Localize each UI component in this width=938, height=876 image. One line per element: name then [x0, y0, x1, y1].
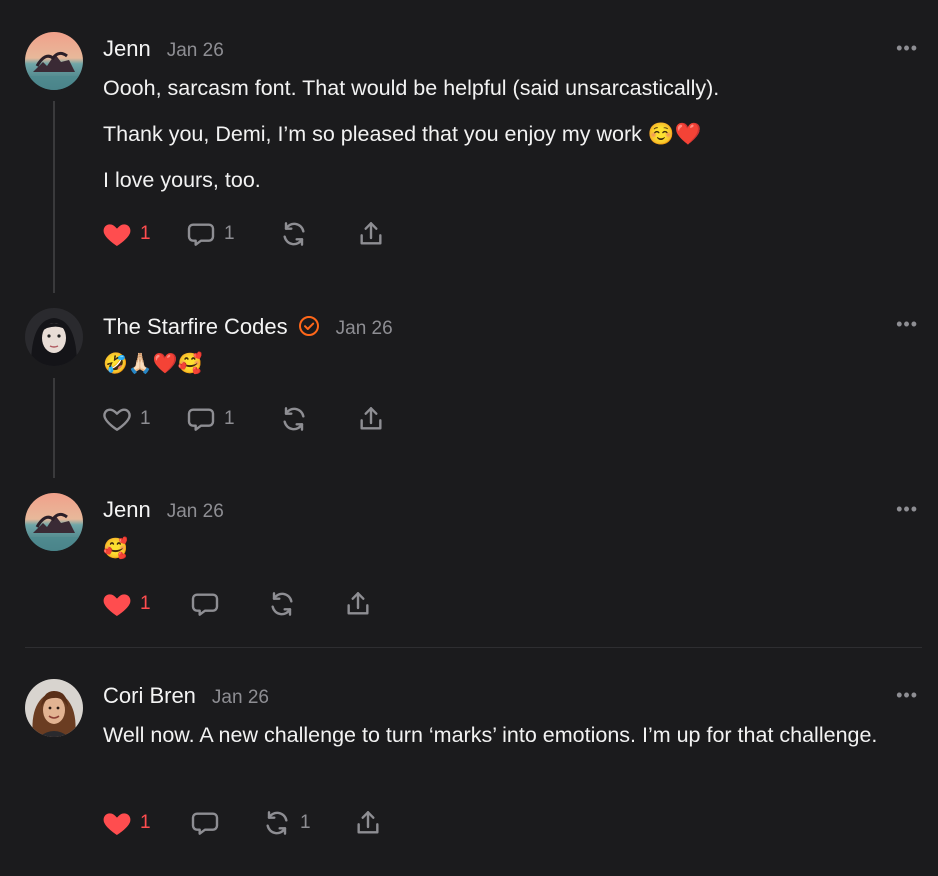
- like-count: 1: [140, 812, 151, 833]
- avatar-jenn[interactable]: [25, 493, 83, 551]
- heart-icon: [103, 224, 131, 246]
- share-button[interactable]: [355, 403, 387, 435]
- more-options-button[interactable]: •••: [896, 499, 918, 520]
- avatar-starfire-codes[interactable]: [25, 308, 83, 366]
- share-button[interactable]: [355, 218, 387, 250]
- restack-icon: [283, 222, 305, 246]
- comment-body: Well now. A new challenge to turn ‘marks…: [103, 719, 893, 765]
- thread-divider: [25, 647, 922, 648]
- comment-header: Jenn Jan 26: [103, 36, 224, 62]
- comment-header: Cori Bren Jan 26: [103, 683, 269, 709]
- restack-button[interactable]: 1: [261, 807, 311, 839]
- reply-button[interactable]: 1: [185, 403, 235, 435]
- reply-button[interactable]: [189, 588, 221, 620]
- comment-paragraph: 🤣🙏🏻❤️🥰: [103, 353, 203, 375]
- restack-button[interactable]: [278, 218, 310, 250]
- comment-body: Oooh, sarcasm font. That would be helpfu…: [103, 72, 903, 210]
- heart-icon: [103, 813, 131, 835]
- comment-paragraph: 🥰: [103, 538, 128, 560]
- like-count: 1: [140, 408, 151, 429]
- more-dots-icon: •••: [896, 685, 918, 705]
- author-name[interactable]: Cori Bren: [103, 683, 196, 709]
- avatar-jenn[interactable]: [25, 32, 83, 90]
- speech-bubble-icon: [187, 408, 215, 431]
- like-count: 1: [140, 223, 151, 244]
- thread-line: [53, 101, 55, 293]
- share-icon: [360, 222, 382, 245]
- speech-bubble-icon: [191, 812, 219, 835]
- author-name[interactable]: The Starfire Codes: [103, 314, 288, 340]
- comment-header: Jenn Jan 26: [103, 497, 224, 523]
- verified-check-icon: [298, 315, 320, 337]
- comment-date[interactable]: Jan 26: [167, 40, 224, 62]
- restack-icon: [266, 811, 288, 835]
- like-button[interactable]: 1: [101, 807, 151, 839]
- comment-paragraph: I love yours, too.: [103, 168, 261, 192]
- comment-date[interactable]: Jan 26: [167, 501, 224, 523]
- reply-button[interactable]: [189, 807, 221, 839]
- restack-button[interactable]: [278, 403, 310, 435]
- reply-count: 1: [224, 223, 235, 244]
- share-button[interactable]: [342, 588, 374, 620]
- more-options-button[interactable]: •••: [896, 38, 918, 59]
- like-count: 1: [140, 593, 151, 614]
- more-dots-icon: •••: [896, 499, 918, 519]
- thread-line: [53, 378, 55, 478]
- comment-paragraph: Oooh, sarcasm font. That would be helpfu…: [103, 76, 720, 100]
- share-icon: [357, 811, 379, 834]
- comment-paragraph: Thank you, Demi, I’m so pleased that you…: [103, 122, 702, 146]
- author-name[interactable]: Jenn: [103, 497, 151, 523]
- heart-outline-icon: [103, 408, 131, 431]
- like-button[interactable]: 1: [101, 588, 151, 620]
- author-name[interactable]: Jenn: [103, 36, 151, 62]
- more-options-button[interactable]: •••: [896, 314, 918, 335]
- restack-icon: [283, 407, 305, 431]
- heart-icon: [103, 594, 131, 616]
- speech-bubble-icon: [187, 223, 215, 246]
- comment-body: 🥰: [103, 533, 903, 579]
- comment-paragraph: Well now. A new challenge to turn ‘marks…: [103, 723, 878, 747]
- restack-count: 1: [300, 812, 311, 833]
- share-icon: [347, 592, 369, 615]
- reply-count: 1: [224, 408, 235, 429]
- restack-button[interactable]: [266, 588, 298, 620]
- more-dots-icon: •••: [896, 314, 918, 334]
- comment-header: The Starfire Codes Jan 26: [103, 312, 393, 340]
- comment-date[interactable]: Jan 26: [212, 687, 269, 709]
- share-icon: [360, 407, 382, 430]
- like-button[interactable]: 1: [101, 403, 151, 435]
- more-options-button[interactable]: •••: [896, 685, 918, 706]
- speech-bubble-icon: [191, 593, 219, 616]
- avatar-cori-bren[interactable]: [25, 679, 83, 737]
- like-button[interactable]: 1: [101, 218, 151, 250]
- comment-body: 🤣🙏🏻❤️🥰: [103, 348, 903, 394]
- restack-icon: [271, 592, 293, 616]
- reply-button[interactable]: 1: [185, 218, 235, 250]
- share-button[interactable]: [352, 807, 384, 839]
- comment-date[interactable]: Jan 26: [336, 318, 393, 340]
- more-dots-icon: •••: [896, 38, 918, 58]
